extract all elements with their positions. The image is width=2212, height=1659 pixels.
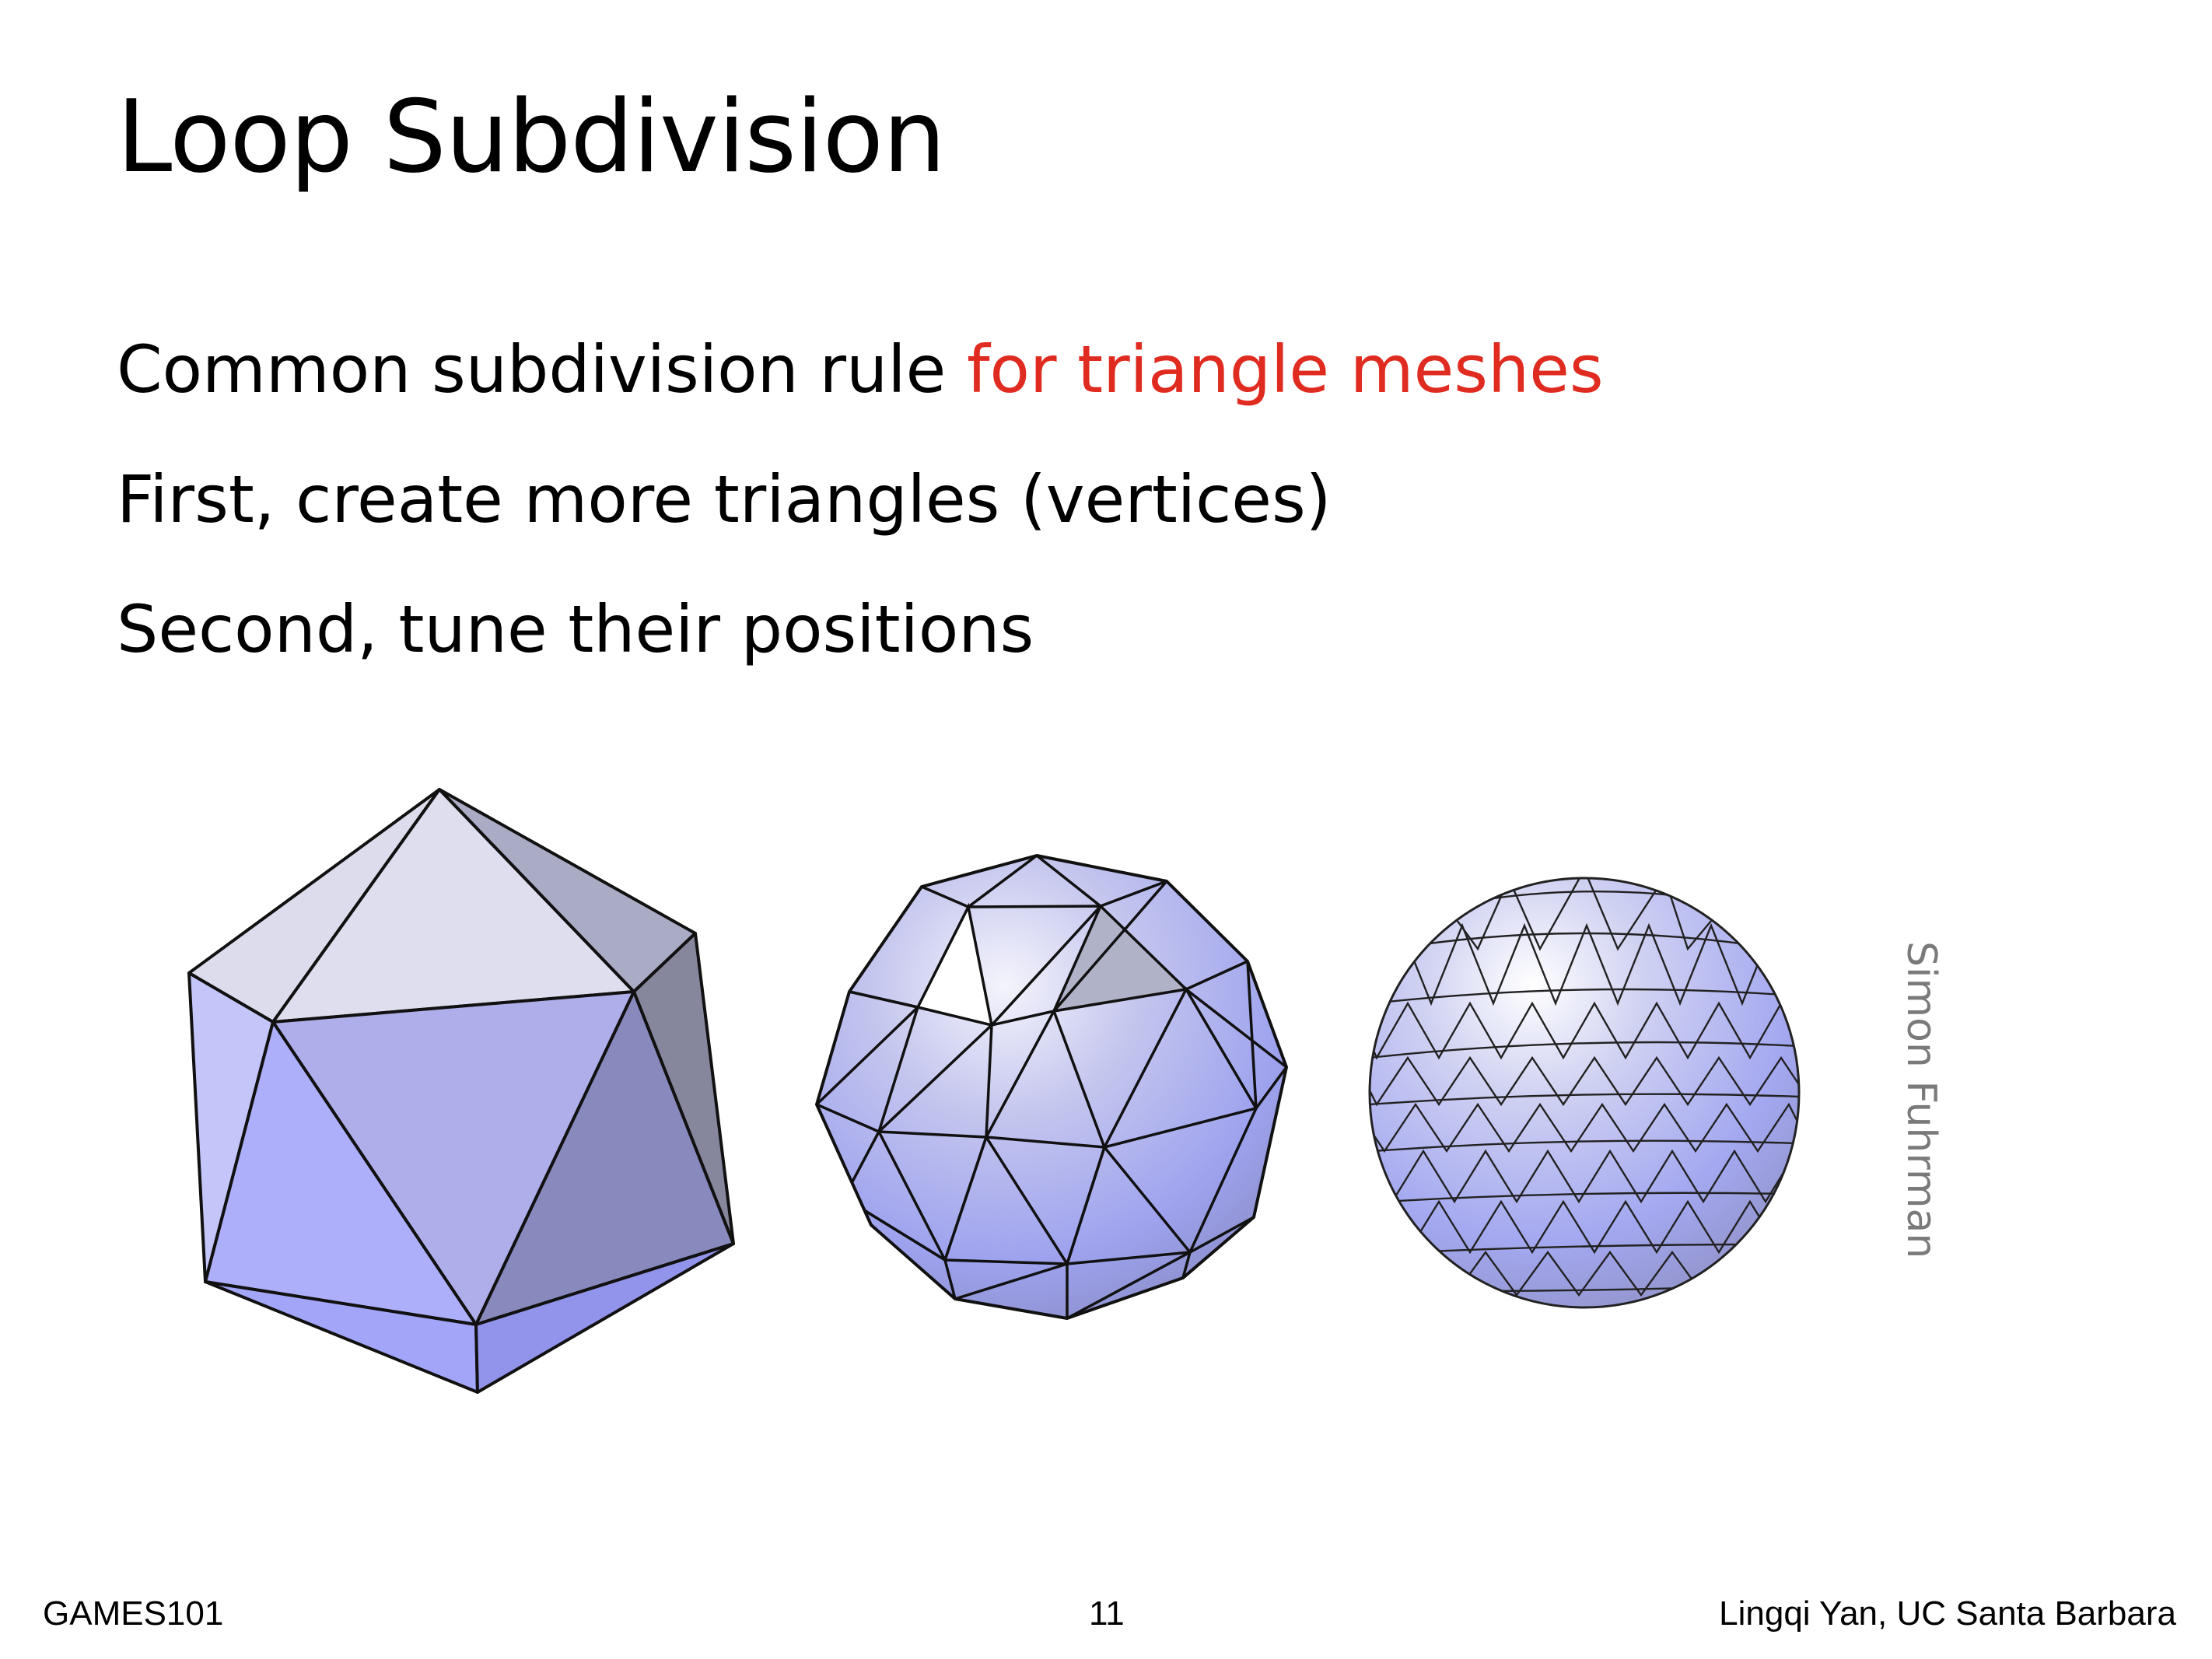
- footer-author: Lingqi Yan, UC Santa Barbara: [1719, 1594, 2176, 1633]
- subdivision-level-2-figure: [1368, 877, 1801, 1309]
- subdivision-level-1-figure: [815, 854, 1288, 1320]
- footer-page-number: 11: [1089, 1594, 1125, 1633]
- footer-course: GAMES101: [43, 1594, 224, 1633]
- mesh-figures: [187, 788, 1801, 1394]
- slide: Loop Subdivision Common subdivision rule…: [0, 0, 2212, 1659]
- image-credit: Simon Fuhrman: [1898, 941, 1944, 1259]
- icosahedron-figure: [187, 788, 735, 1394]
